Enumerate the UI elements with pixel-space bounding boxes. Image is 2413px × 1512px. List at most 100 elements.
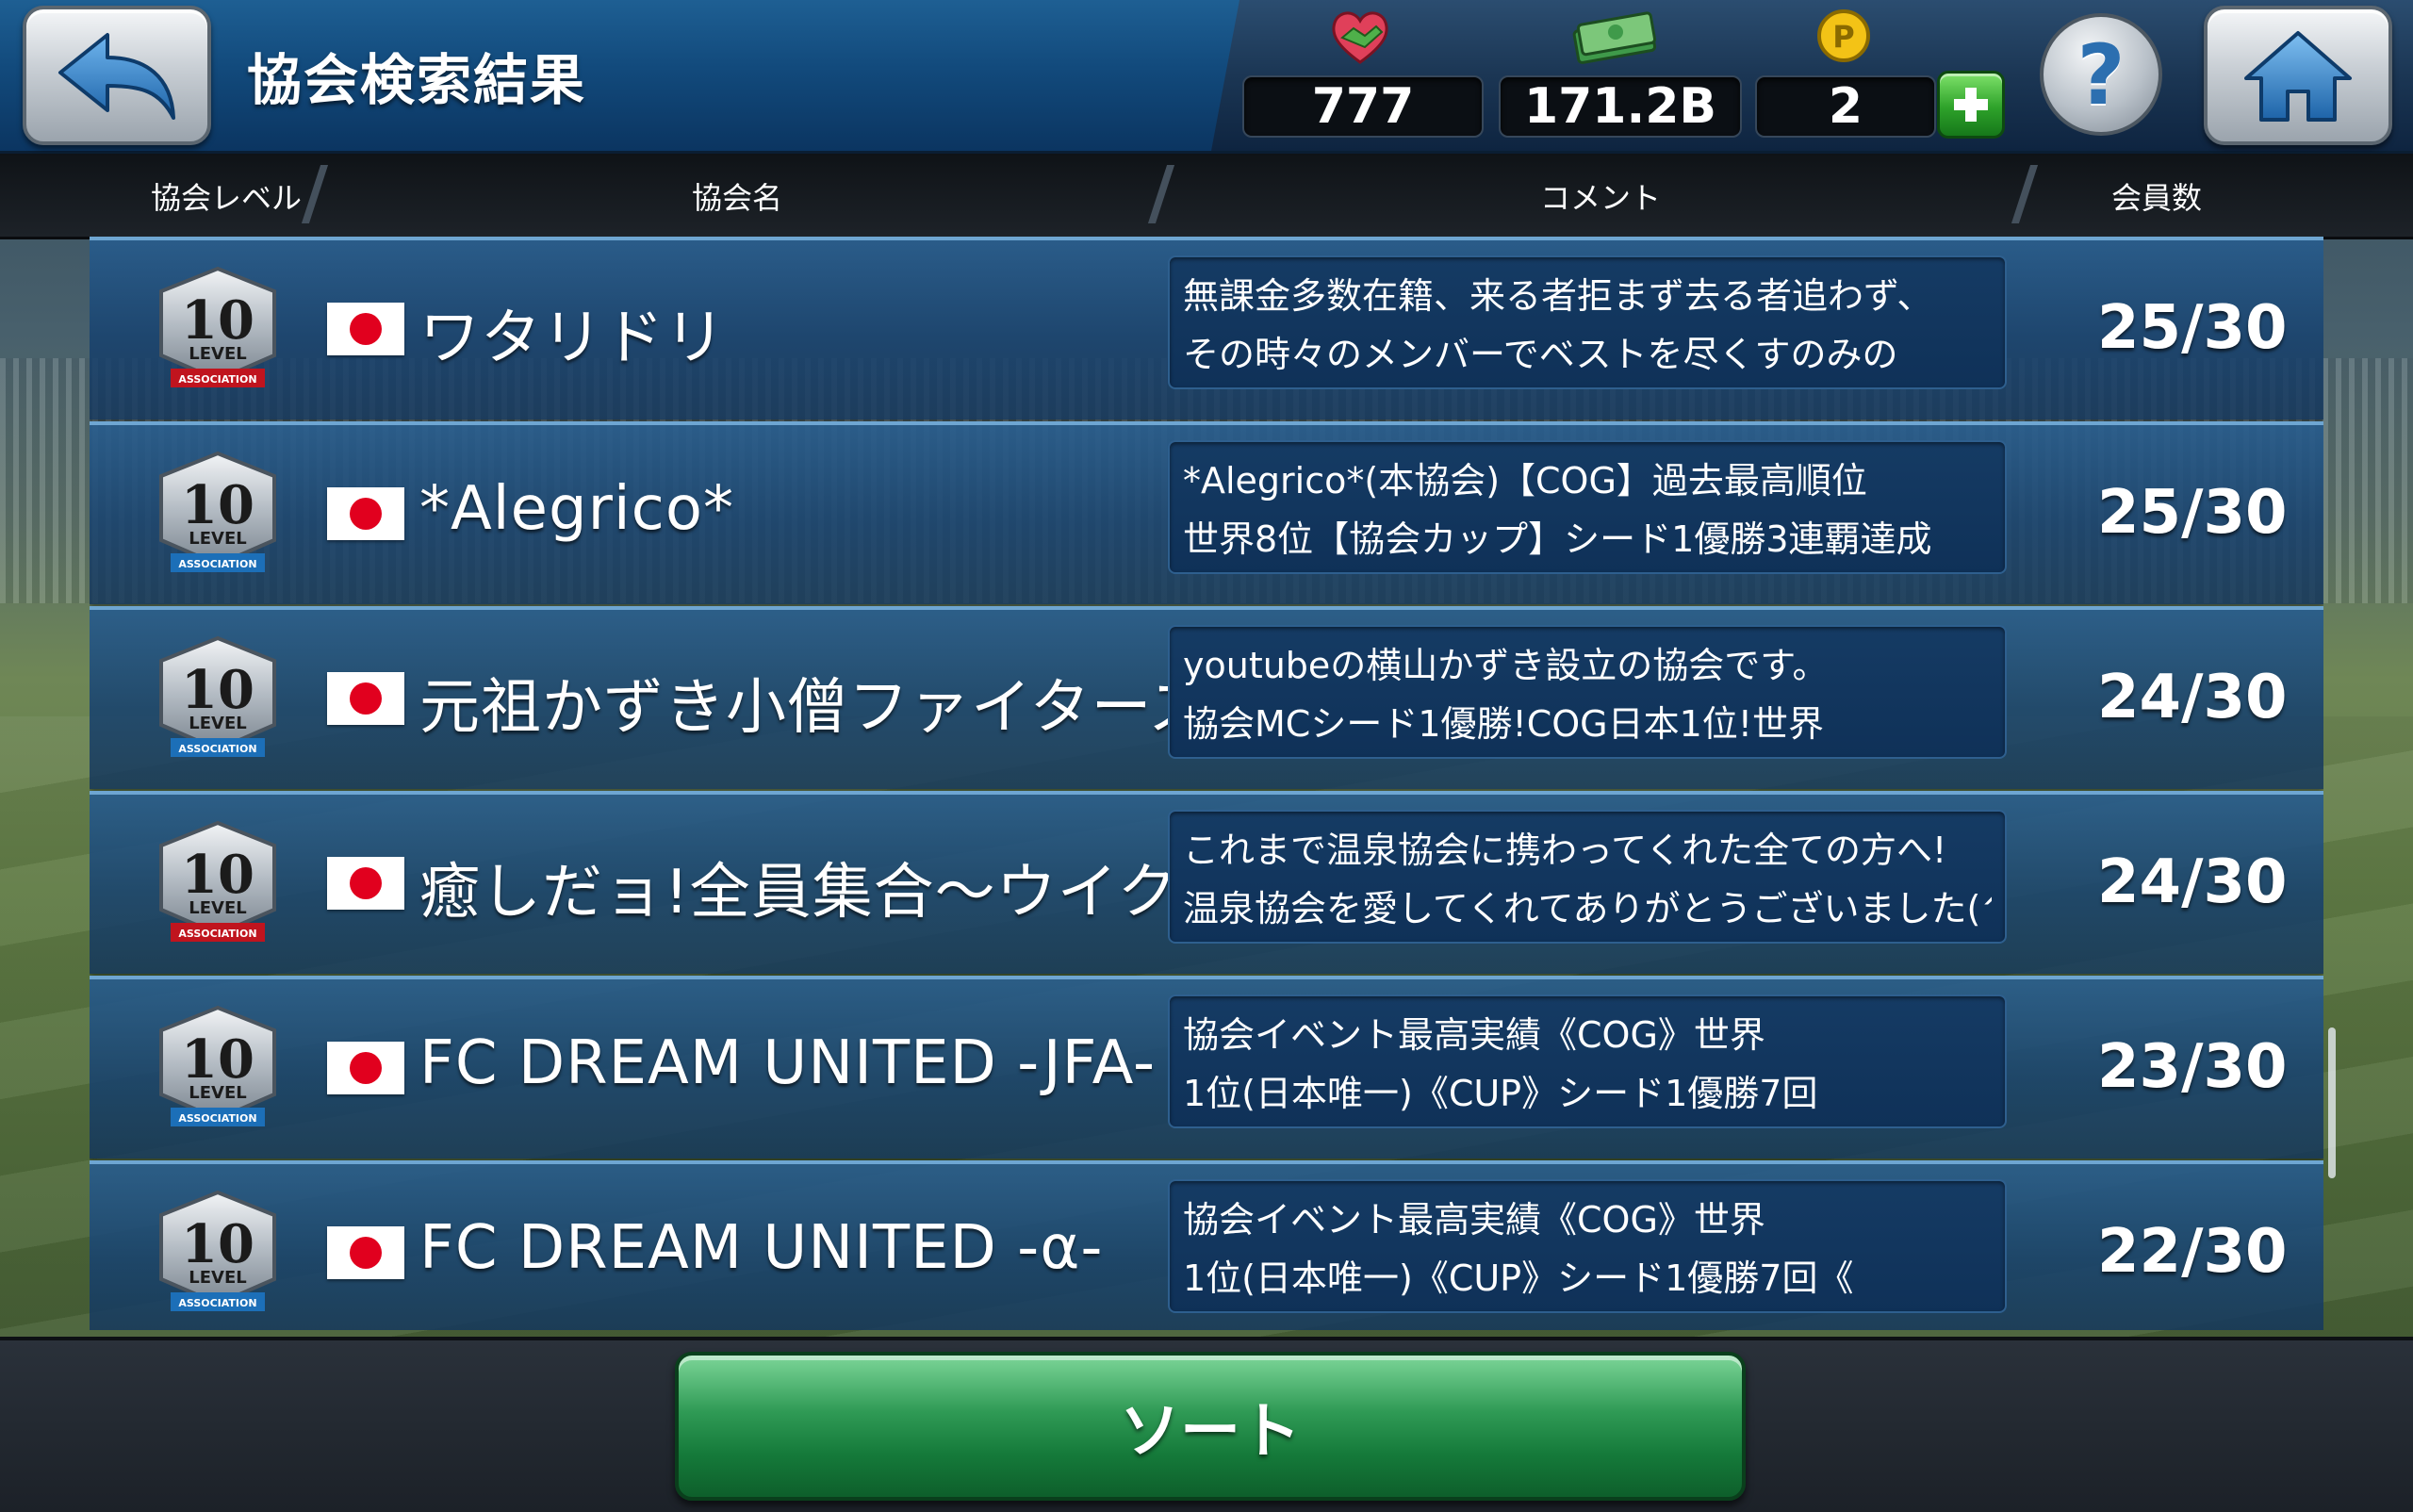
p-coin-icon: P <box>1817 9 1870 62</box>
association-comment: 協会イベント最高実績《COG》世界 1位(日本唯一)《CUP》シード1優勝7回 <box>1168 994 2007 1128</box>
level-caption: LEVEL <box>189 1268 246 1288</box>
association-level-badge-icon: 10 LEVEL ASSOCIATION <box>159 1190 276 1311</box>
comment-line: これまで温泉協会に携わってくれた全ての方へ! <box>1183 830 1947 871</box>
column-name[interactable]: 協会名 <box>692 174 782 218</box>
association-name: *Alegrico* <box>419 474 734 544</box>
level-caption: LEVEL <box>189 898 246 918</box>
japan-flag-icon <box>327 857 404 910</box>
japan-flag-icon <box>327 303 404 355</box>
page-title: 協会検索結果 <box>247 48 587 112</box>
add-points-button[interactable] <box>1937 71 2005 139</box>
member-count: 23/30 <box>2097 1032 2288 1102</box>
column-divider <box>301 165 329 223</box>
level-number: 10 <box>181 1213 254 1275</box>
level-ribbon-text: ASSOCIATION <box>178 1297 256 1309</box>
list-item[interactable]: 10 LEVEL ASSOCIATION 元祖かずき小僧ファイターズ youtu… <box>90 606 2323 789</box>
help-button[interactable]: ? <box>2040 13 2162 136</box>
association-comment: 無課金多数在籍、来る者拒まず去る者追わず、 その時々のメンバーでベストを尽くすの… <box>1168 255 2007 389</box>
member-count: 24/30 <box>2097 847 2288 917</box>
comment-line: 協会MCシード1優勝!COG日本1位!世界 <box>1183 703 1825 745</box>
member-count: 25/30 <box>2097 293 2288 363</box>
back-button[interactable] <box>23 6 211 145</box>
association-name: 元祖かずき小僧ファイターズ <box>419 673 1211 743</box>
list-item[interactable]: 10 LEVEL ASSOCIATION 癒しだョ!全員集合〜ウイクラ卒業〜 こ… <box>90 791 2323 974</box>
column-divider <box>1147 165 1175 223</box>
hearts-counter: 777 <box>1242 75 1484 138</box>
member-count: 25/30 <box>2097 478 2288 548</box>
flag-circle <box>350 1237 382 1269</box>
level-ribbon-text: ASSOCIATION <box>178 373 256 386</box>
level-caption: LEVEL <box>189 344 246 364</box>
money-stack-icon <box>1572 11 1657 64</box>
comment-line: その時々のメンバーでベストを尽くすのみの <box>1183 334 1898 375</box>
sort-button[interactable]: ソート <box>675 1352 1746 1501</box>
flag-circle <box>350 1052 382 1084</box>
column-comment[interactable]: コメント <box>1540 174 1661 218</box>
level-ribbon-text: ASSOCIATION <box>178 1112 256 1125</box>
column-divider <box>2011 165 2039 223</box>
member-count: 24/30 <box>2097 663 2288 732</box>
level-ribbon-text: ASSOCIATION <box>178 928 256 940</box>
list-item[interactable]: 10 LEVEL ASSOCIATION *Alegrico* *Alegric… <box>90 421 2323 604</box>
flag-circle <box>350 498 382 530</box>
list-item[interactable]: 10 LEVEL ASSOCIATION ワタリドリ 無課金多数在籍、来る者拒ま… <box>90 237 2323 419</box>
comment-line: 1位(日本唯一)《CUP》シード1優勝7回《 <box>1183 1257 1854 1299</box>
flag-circle <box>350 682 382 715</box>
association-name: FC DREAM UNITED -α- <box>419 1213 1104 1283</box>
association-name: ワタリドリ <box>419 304 726 373</box>
association-level-badge-icon: 10 LEVEL ASSOCIATION <box>159 451 276 572</box>
level-number: 10 <box>181 474 254 536</box>
association-level-badge-icon: 10 LEVEL ASSOCIATION <box>159 266 276 387</box>
comment-line: youtubeの横山かずき設立の協会です。 <box>1183 645 1829 686</box>
top-header: 協会検索結果 777 171.2B P 2 ? <box>0 0 2413 154</box>
column-header-bar: 協会レベル 協会名 コメント 会員数 <box>0 154 2413 239</box>
level-caption: LEVEL <box>189 1083 246 1103</box>
comment-line: 1位(日本唯一)《CUP》シード1優勝7回 <box>1183 1073 1818 1114</box>
flag-circle <box>350 867 382 899</box>
level-number: 10 <box>181 289 254 352</box>
home-icon <box>2244 31 2352 122</box>
level-caption: LEVEL <box>189 714 246 733</box>
association-comment: youtubeの横山かずき設立の協会です。 協会MCシード1優勝!COG日本1位… <box>1168 625 2007 759</box>
level-caption: LEVEL <box>189 529 246 549</box>
help-icon: ? <box>2076 25 2126 123</box>
association-name: FC DREAM UNITED -JFA- <box>419 1028 1157 1098</box>
association-comment: 協会イベント最高実績《COG》世界 1位(日本唯一)《CUP》シード1優勝7回《 <box>1168 1179 2007 1313</box>
japan-flag-icon <box>327 487 404 540</box>
flag-circle <box>350 313 382 345</box>
association-level-badge-icon: 10 LEVEL ASSOCIATION <box>159 820 276 942</box>
japan-flag-icon <box>327 672 404 725</box>
level-number: 10 <box>181 1028 254 1091</box>
association-comment: *Alegrico*(本協会)【COG】過去最高順位 世界8位【協会カップ】シー… <box>1168 440 2007 574</box>
association-level-badge-icon: 10 LEVEL ASSOCIATION <box>159 1005 276 1126</box>
level-number: 10 <box>181 844 254 906</box>
home-button[interactable] <box>2204 6 2392 145</box>
comment-line: 無課金多数在籍、来る者拒まず去る者追わず、 <box>1183 275 1933 317</box>
back-arrow-icon <box>58 33 175 120</box>
points-counter: 2 <box>1755 75 1936 138</box>
money-counter: 171.2B <box>1499 75 1742 138</box>
level-ribbon-text: ASSOCIATION <box>178 743 256 755</box>
association-list: 10 LEVEL ASSOCIATION ワタリドリ 無課金多数在籍、来る者拒ま… <box>90 237 2323 1330</box>
list-scrollbar[interactable] <box>2328 1027 2336 1178</box>
japan-flag-icon <box>327 1042 404 1094</box>
comment-line: *Alegrico*(本協会)【COG】過去最高順位 <box>1183 460 1867 501</box>
comment-line: 世界8位【協会カップ】シード1優勝3連覇達成 <box>1183 518 1932 560</box>
level-number: 10 <box>181 659 254 721</box>
member-count: 22/30 <box>2097 1217 2288 1287</box>
level-ribbon-text: ASSOCIATION <box>178 558 256 570</box>
comment-line: 協会イベント最高実績《COG》世界 <box>1183 1014 1765 1056</box>
handshake-heart-icon <box>1332 11 1388 64</box>
japan-flag-icon <box>327 1226 404 1279</box>
column-level[interactable]: 協会レベル <box>151 174 302 218</box>
association-level-badge-icon: 10 LEVEL ASSOCIATION <box>159 635 276 757</box>
association-comment: これまで温泉協会に携わってくれた全ての方へ! 温泉協会を愛してくれてありがとうご… <box>1168 810 2007 944</box>
list-item[interactable]: 10 LEVEL ASSOCIATION FC DREAM UNITED -JF… <box>90 976 2323 1159</box>
svg-text:P: P <box>1832 19 1854 55</box>
list-item[interactable]: 10 LEVEL ASSOCIATION FC DREAM UNITED -α-… <box>90 1160 2323 1330</box>
comment-line: 温泉協会を愛してくれてありがとうございました(^ <box>1183 888 1992 929</box>
sort-button-label: ソート <box>1120 1397 1301 1467</box>
comment-line: 協会イベント最高実績《COG》世界 <box>1183 1199 1765 1241</box>
plus-icon <box>1954 88 1988 122</box>
column-members[interactable]: 会員数 <box>2111 174 2202 218</box>
